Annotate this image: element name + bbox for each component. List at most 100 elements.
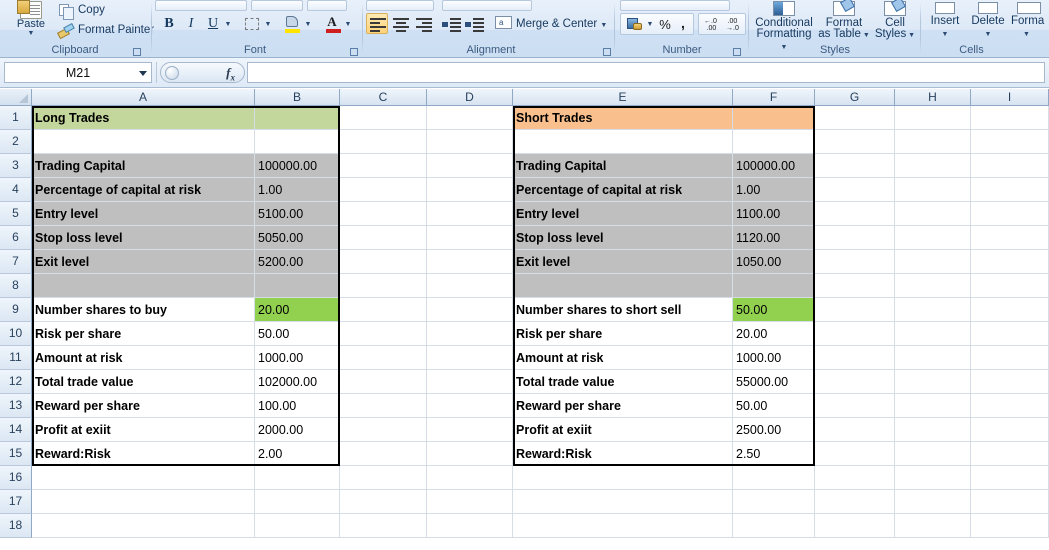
decrease-indent-button[interactable] bbox=[440, 13, 462, 34]
short-trades-output-value[interactable]: 2500.00 bbox=[733, 418, 815, 442]
long-trades-output-label[interactable]: Total trade value bbox=[32, 370, 255, 394]
chevron-down-icon[interactable]: ▼ bbox=[985, 31, 992, 38]
short-trades-input-label[interactable]: Exit level bbox=[513, 250, 733, 274]
insert-cells-button[interactable]: Insert ▼ bbox=[924, 0, 966, 43]
cell-C15[interactable] bbox=[340, 442, 427, 466]
short-trades-input-value[interactable]: 1050.00 bbox=[733, 250, 815, 274]
long-trades-title[interactable]: Long Trades bbox=[32, 106, 255, 130]
long-trades-spacer-label[interactable] bbox=[32, 130, 255, 154]
long-trades-output-value[interactable]: 50.00 bbox=[255, 322, 340, 346]
align-right-button[interactable] bbox=[412, 13, 434, 34]
format-painter-button[interactable]: Format Painter bbox=[58, 22, 154, 38]
font-grow-shrink[interactable] bbox=[307, 0, 347, 11]
cell-I13[interactable] bbox=[971, 394, 1049, 418]
font-color-button[interactable]: A bbox=[321, 13, 343, 34]
long-trades-input-value[interactable]: 100000.00 bbox=[255, 154, 340, 178]
cell-D16[interactable] bbox=[427, 466, 513, 490]
spreadsheet-grid[interactable]: ABCDEFGHI 1 2 3 4 5 6 7 8 9 10 11 12 13 14 15 16 17 18 Lo… bbox=[0, 89, 1049, 550]
cell-H5[interactable] bbox=[895, 202, 971, 226]
merge-dropdown-icon[interactable]: ▼ bbox=[600, 22, 607, 29]
align-left-button[interactable] bbox=[366, 13, 388, 34]
cell-F16[interactable] bbox=[733, 466, 815, 490]
short-trades-input-value[interactable]: 1.00 bbox=[733, 178, 815, 202]
row-header-13[interactable]: 13 bbox=[0, 394, 32, 418]
short-trades-title[interactable]: Short Trades bbox=[513, 106, 733, 130]
cell-G7[interactable] bbox=[815, 250, 895, 274]
cell-H17[interactable] bbox=[895, 490, 971, 514]
borders-dropdown-icon[interactable]: ▼ bbox=[263, 20, 273, 30]
formula-input[interactable] bbox=[247, 62, 1045, 83]
long-trades-input-label[interactable]: Exit level bbox=[32, 250, 255, 274]
short-trades-output-value[interactable]: 2.50 bbox=[733, 442, 815, 466]
column-header-d[interactable]: D bbox=[427, 89, 513, 106]
long-trades-output-value[interactable]: 2000.00 bbox=[255, 418, 340, 442]
cell-G2[interactable] bbox=[815, 130, 895, 154]
cell-G8[interactable] bbox=[815, 274, 895, 298]
cell-G17[interactable] bbox=[815, 490, 895, 514]
delete-cells-button[interactable]: Delete ▼ bbox=[966, 0, 1010, 43]
font-size-box[interactable] bbox=[251, 0, 303, 11]
cell-D14[interactable] bbox=[427, 418, 513, 442]
cell-G15[interactable] bbox=[815, 442, 895, 466]
cell-C6[interactable] bbox=[340, 226, 427, 250]
cell-G4[interactable] bbox=[815, 178, 895, 202]
cell-C9[interactable] bbox=[340, 298, 427, 322]
cell-H6[interactable] bbox=[895, 226, 971, 250]
long-trades-output-value[interactable]: 100.00 bbox=[255, 394, 340, 418]
short-trades-block-spacer-label[interactable] bbox=[513, 274, 733, 298]
row-header-6[interactable]: 6 bbox=[0, 226, 32, 250]
long-trades-input-label[interactable]: Stop loss level bbox=[32, 226, 255, 250]
short-trades-input-value[interactable]: 1120.00 bbox=[733, 226, 815, 250]
long-trades-output-label[interactable]: Reward per share bbox=[32, 394, 255, 418]
cell-C12[interactable] bbox=[340, 370, 427, 394]
short-trades-input-value[interactable]: 100000.00 bbox=[733, 154, 815, 178]
long-trades-block-spacer-label[interactable] bbox=[32, 274, 255, 298]
increase-decimal-button[interactable]: ←.0 .00 bbox=[700, 15, 722, 33]
row-header-7[interactable]: 7 bbox=[0, 250, 32, 274]
long-trades-title-fill[interactable] bbox=[255, 106, 340, 130]
cell-C14[interactable] bbox=[340, 418, 427, 442]
cell-I10[interactable] bbox=[971, 322, 1049, 346]
align-center-button[interactable] bbox=[389, 13, 411, 34]
long-trades-output-value[interactable]: 2.00 bbox=[255, 442, 340, 466]
cell-I14[interactable] bbox=[971, 418, 1049, 442]
cell-I4[interactable] bbox=[971, 178, 1049, 202]
row-header-1[interactable]: 1 bbox=[0, 106, 32, 130]
decrease-decimal-button[interactable]: .00 →.0 bbox=[722, 15, 744, 33]
long-trades-input-label[interactable]: Entry level bbox=[32, 202, 255, 226]
column-header-b[interactable]: B bbox=[255, 89, 340, 106]
cell-I7[interactable] bbox=[971, 250, 1049, 274]
long-trades-output-label[interactable]: Risk per share bbox=[32, 322, 255, 346]
chevron-down-icon[interactable]: ▼ bbox=[1023, 31, 1030, 38]
cell-B16[interactable] bbox=[255, 466, 340, 490]
cell-D15[interactable] bbox=[427, 442, 513, 466]
cell-C3[interactable] bbox=[340, 154, 427, 178]
cell-F17[interactable] bbox=[733, 490, 815, 514]
short-trades-output-label[interactable]: Reward per share bbox=[513, 394, 733, 418]
cell-H2[interactable] bbox=[895, 130, 971, 154]
short-trades-output-label[interactable]: Number shares to short sell bbox=[513, 298, 733, 322]
cell-H3[interactable] bbox=[895, 154, 971, 178]
chevron-down-icon[interactable]: ▼ bbox=[861, 32, 870, 39]
cell-C4[interactable] bbox=[340, 178, 427, 202]
long-trades-output-value[interactable]: 20.00 bbox=[255, 298, 340, 322]
column-header-a[interactable]: A bbox=[32, 89, 255, 106]
row-header-4[interactable]: 4 bbox=[0, 178, 32, 202]
row-header-18[interactable]: 18 bbox=[0, 514, 32, 538]
short-trades-input-label[interactable]: Percentage of capital at risk bbox=[513, 178, 733, 202]
underline-dropdown-icon[interactable]: ▼ bbox=[223, 20, 233, 30]
row-header-5[interactable]: 5 bbox=[0, 202, 32, 226]
fill-color-dropdown-icon[interactable]: ▼ bbox=[303, 20, 313, 30]
short-trades-input-value[interactable]: 1100.00 bbox=[733, 202, 815, 226]
long-trades-input-value[interactable]: 5050.00 bbox=[255, 226, 340, 250]
number-dialog-launcher[interactable] bbox=[730, 45, 742, 57]
cell-I18[interactable] bbox=[971, 514, 1049, 538]
short-trades-output-label[interactable]: Amount at risk bbox=[513, 346, 733, 370]
increase-indent-button[interactable] bbox=[463, 13, 485, 34]
cell-D7[interactable] bbox=[427, 250, 513, 274]
cell-A17[interactable] bbox=[32, 490, 255, 514]
cell-H15[interactable] bbox=[895, 442, 971, 466]
copy-button[interactable]: Copy bbox=[58, 2, 105, 20]
cell-C17[interactable] bbox=[340, 490, 427, 514]
cell-G10[interactable] bbox=[815, 322, 895, 346]
